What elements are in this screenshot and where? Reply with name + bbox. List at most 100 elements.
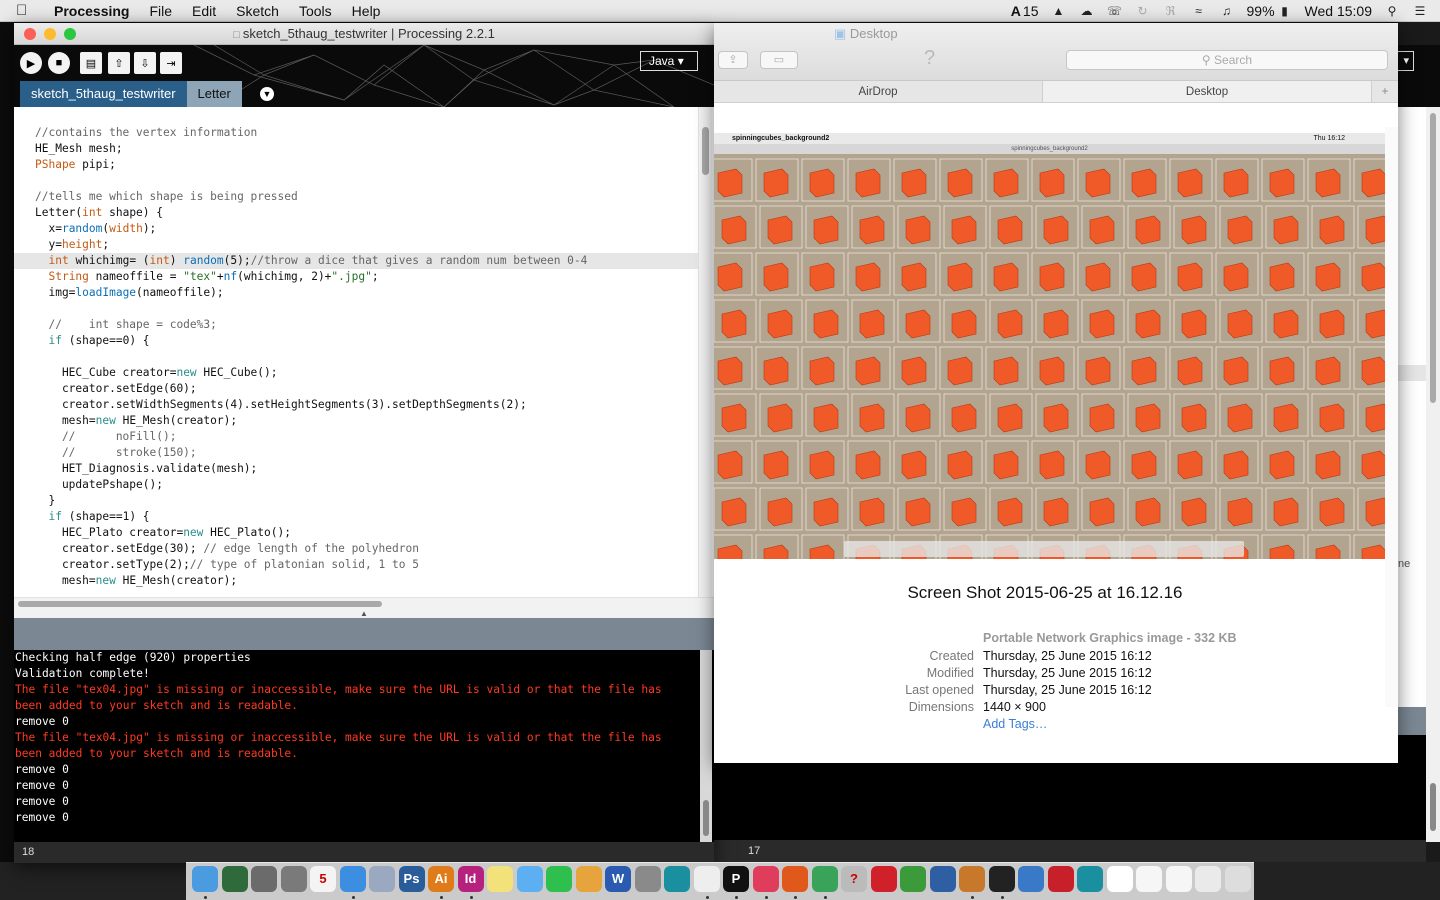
document-icon-2[interactable] xyxy=(1165,866,1192,892)
illustrator-icon[interactable]: Ai xyxy=(428,866,454,892)
new-tab-button[interactable]: + xyxy=(1372,81,1398,102)
mail-doc-icon[interactable] xyxy=(1195,866,1221,892)
editor-horizontal-scrollbar[interactable] xyxy=(14,597,714,609)
processing-icon[interactable]: P xyxy=(723,866,749,892)
terminal-icon[interactable] xyxy=(988,866,1015,892)
second-mode-dropdown[interactable]: ▾ xyxy=(1398,51,1414,71)
code-line[interactable] xyxy=(14,173,698,189)
menu-sketch[interactable]: Sketch xyxy=(236,3,279,19)
code-line[interactable]: creator.setEdge(60); xyxy=(14,381,698,397)
code-line[interactable]: y=height; xyxy=(14,237,698,253)
clock[interactable]: Wed 15:09 xyxy=(1305,3,1372,19)
minimize-button[interactable] xyxy=(44,28,56,40)
finder-icon[interactable] xyxy=(192,866,218,892)
launchpad-icon[interactable] xyxy=(251,866,277,892)
mamp-icon[interactable] xyxy=(870,866,897,892)
finder-titlebar[interactable]: ▣ Desktop ⇪ ▭ ? ⚲ Search xyxy=(714,23,1398,81)
code-line[interactable]: PShape pipi; xyxy=(14,157,698,173)
run-button[interactable]: ▶ xyxy=(20,52,42,74)
tab-airdrop[interactable]: AirDrop xyxy=(714,81,1043,102)
code-line[interactable]: int whichimg= (int) random(5);//throw a … xyxy=(14,253,698,269)
scroll-thumb[interactable] xyxy=(702,127,709,175)
firefox-icon[interactable] xyxy=(782,866,808,892)
code-line[interactable]: //contains the vertex information xyxy=(14,125,698,141)
code-line[interactable]: mesh=new HE_Mesh(creator); xyxy=(14,413,698,429)
arduino-icon-2[interactable] xyxy=(1077,866,1103,892)
sync-icon[interactable]: ☁ xyxy=(1079,4,1095,18)
calendar-icon[interactable]: 5 xyxy=(310,866,336,892)
code-line[interactable]: HEC_Cube creator=new HEC_Cube(); xyxy=(14,365,698,381)
arduino-icon[interactable] xyxy=(664,866,690,892)
tab-letter[interactable]: Letter xyxy=(186,81,242,107)
second-processing-scrollbar[interactable] xyxy=(1426,107,1440,842)
code-lines[interactable]: //contains the vertex information HE_Mesh… xyxy=(14,125,698,589)
chrome-icon[interactable] xyxy=(811,866,838,892)
share-button[interactable]: ⇪ xyxy=(718,51,748,69)
close-button[interactable] xyxy=(24,28,36,40)
image-preview[interactable]: spinningcubes_background2 Thu 16:12 spinn… xyxy=(714,133,1385,559)
volume-icon[interactable]: ♫ xyxy=(1219,4,1235,18)
open-sketch-button[interactable]: ⇧ xyxy=(108,52,130,74)
new-sketch-button[interactable]: ▤ xyxy=(80,52,102,74)
zoom-button[interactable] xyxy=(64,28,76,40)
save-sketch-button[interactable]: ⇩ xyxy=(134,52,156,74)
code-line[interactable]: // int shape = code%3; xyxy=(14,317,698,333)
phone-icon[interactable]: ☏ xyxy=(1107,4,1123,18)
code-editor[interactable]: //contains the vertex information HE_Mesh… xyxy=(14,107,714,597)
help-icon[interactable]: ? xyxy=(841,866,867,892)
itunes-icon[interactable] xyxy=(752,866,779,892)
word-icon[interactable]: W xyxy=(605,866,631,892)
code-line[interactable]: Letter(int shape) { xyxy=(14,205,698,221)
fiji-icon[interactable] xyxy=(900,866,926,892)
editor-vertical-scrollbar[interactable] xyxy=(698,107,712,597)
add-tags-link[interactable]: Add Tags… xyxy=(983,717,1047,731)
vmware-icon[interactable] xyxy=(634,866,661,892)
tag-button[interactable]: ▭ xyxy=(760,51,798,69)
system-preferences-icon[interactable] xyxy=(280,866,307,892)
code-line[interactable]: if (shape==0) { xyxy=(14,333,698,349)
time-machine-icon[interactable]: ↻ xyxy=(1135,4,1151,18)
finder-scrollbar[interactable] xyxy=(1385,127,1398,707)
photoshop-icon[interactable]: Ps xyxy=(398,866,425,892)
split-divider-handle[interactable]: ▲ xyxy=(14,609,714,618)
messages-icon[interactable] xyxy=(516,866,543,892)
battery-percent[interactable]: 99% xyxy=(1247,3,1275,19)
mail-icon[interactable] xyxy=(369,866,395,892)
apple-menu-icon[interactable]:  xyxy=(16,2,40,19)
notes-icon[interactable] xyxy=(487,866,513,892)
virtualbox-icon[interactable] xyxy=(929,866,956,892)
facetime-icon[interactable] xyxy=(546,866,572,892)
drive-icon[interactable]: ▲ xyxy=(1051,4,1067,18)
stop-button[interactable]: ■ xyxy=(48,52,70,74)
code-line[interactable]: creator.setEdge(30); // edge length of t… xyxy=(14,541,698,557)
code-line[interactable]: } xyxy=(14,493,698,509)
menu-edit[interactable]: Edit xyxy=(192,3,216,19)
safari-icon[interactable] xyxy=(339,866,366,892)
battery-icon[interactable]: ▮ xyxy=(1277,4,1293,18)
console-output[interactable]: Checking half edge (920) properties Valid… xyxy=(14,650,714,842)
code-line[interactable]: HE_Mesh mesh; xyxy=(14,141,698,157)
tab-sketch-main[interactable]: sketch_5thaug_testwriter xyxy=(20,81,187,107)
code-line[interactable]: mesh=new HE_Mesh(creator); xyxy=(14,573,698,589)
document-icon[interactable] xyxy=(1136,866,1162,892)
code-line[interactable]: String nameoffile = "tex"+nf(whichimg, 2… xyxy=(14,269,698,285)
code-line[interactable]: x=random(width); xyxy=(14,221,698,237)
menu-file[interactable]: File xyxy=(149,3,172,19)
bluetooth-icon[interactable]: ℜ xyxy=(1163,4,1179,18)
scroll-thumb[interactable] xyxy=(703,800,709,836)
spotlight-icon[interactable]: ⚲ xyxy=(1384,4,1400,18)
tab-menu-icon[interactable]: ▼ xyxy=(260,87,274,101)
code-line[interactable]: img=loadImage(nameoffile); xyxy=(14,285,698,301)
menu-tools[interactable]: Tools xyxy=(299,3,332,19)
code-line[interactable]: //tells me which shape is being pressed xyxy=(14,189,698,205)
code-line[interactable]: updatePshape(); xyxy=(14,477,698,493)
app-menu[interactable]: Processing xyxy=(54,3,129,19)
code-line[interactable]: creator.setWidthSegments(4).setHeightSeg… xyxy=(14,397,698,413)
trash-icon[interactable] xyxy=(1224,866,1251,892)
processing-titlebar[interactable]: □ sketch_5thaug_testwriter | Processing … xyxy=(14,23,714,45)
wifi-icon[interactable]: ≈ xyxy=(1191,4,1207,18)
mode-dropdown[interactable]: Java ▾ xyxy=(640,51,698,71)
help-icon[interactable]: ? xyxy=(924,47,935,70)
indesign-icon[interactable]: Id xyxy=(457,866,484,892)
textedit-icon[interactable] xyxy=(693,866,720,892)
